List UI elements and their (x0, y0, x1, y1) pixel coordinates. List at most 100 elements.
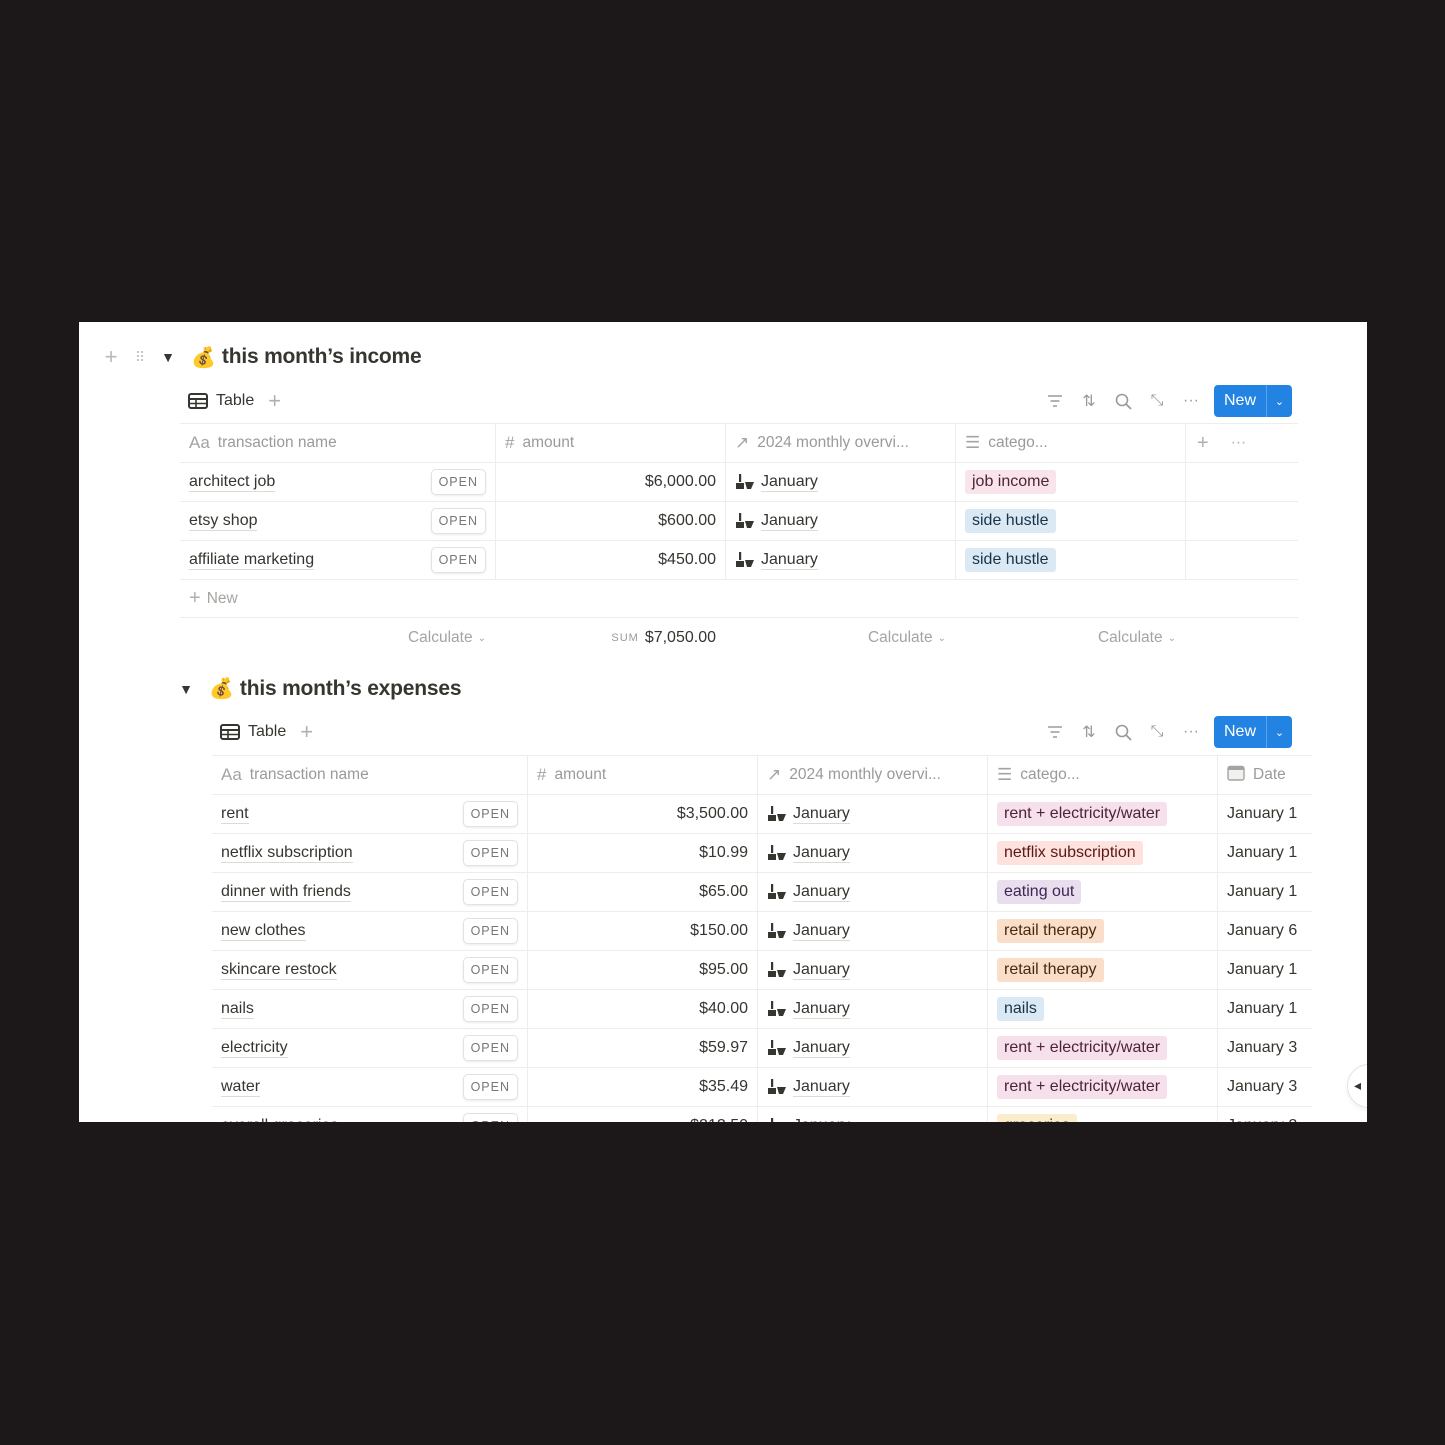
transaction-name[interactable]: netflix subscription (221, 844, 353, 863)
open-button[interactable]: OPEN (462, 918, 518, 944)
open-button[interactable]: OPEN (430, 508, 486, 534)
date-cell[interactable]: January 3 (1218, 1068, 1312, 1106)
open-button[interactable]: OPEN (430, 469, 486, 495)
table-row[interactable]: skincare restock OPEN $95.00 January ret… (212, 951, 1312, 990)
expenses-new-button[interactable]: New ⌄ (1214, 716, 1293, 748)
amount-cell[interactable]: $65.00 (528, 873, 758, 911)
table-row[interactable]: netflix subscription OPEN $10.99 January… (212, 834, 1312, 873)
table-row[interactable]: affiliate marketing OPEN $450.00 January… (180, 541, 1298, 580)
amount-cell[interactable]: $40.00 (528, 990, 758, 1028)
amount-cell[interactable]: $450.00 (496, 541, 726, 579)
more-options-icon[interactable]: ··· (1174, 386, 1208, 416)
income-view-tab-table[interactable]: Table (188, 392, 254, 410)
open-button[interactable]: OPEN (462, 1113, 518, 1122)
date-cell[interactable]: January 1 (1218, 873, 1312, 911)
income-add-row-button[interactable]: + New (180, 580, 1298, 618)
open-button[interactable]: OPEN (462, 1035, 518, 1061)
toggle-collapse-icon[interactable]: ▼ (159, 349, 177, 365)
date-cell[interactable]: January 2 (1218, 1107, 1312, 1122)
income-title[interactable]: this month’s income (222, 345, 422, 369)
category-cell[interactable]: side hustle (956, 502, 1186, 540)
category-cell[interactable]: retail therapy (988, 912, 1218, 950)
date-cell[interactable] (1186, 541, 1298, 579)
relation-link[interactable]: January (735, 473, 818, 492)
date-cell[interactable] (1186, 502, 1298, 540)
sum-amount[interactable]: SUM $7,050.00 (496, 629, 726, 647)
category-cell[interactable]: netflix subscription (988, 834, 1218, 872)
chevron-down-icon[interactable]: ⌄ (1266, 716, 1292, 748)
date-cell[interactable]: January 6 (1218, 912, 1312, 950)
amount-cell[interactable]: $95.00 (528, 951, 758, 989)
relation-link[interactable]: January (767, 922, 850, 941)
transaction-name-cell[interactable]: rent OPEN (212, 795, 528, 833)
column-more-icon[interactable]: ··· (1231, 434, 1247, 452)
column-header-monthly-overview[interactable]: ↗ 2024 monthly overvi... (726, 424, 956, 462)
relation-link[interactable]: January (767, 961, 850, 980)
table-row[interactable]: electricity OPEN $59.97 January rent + e… (212, 1029, 1312, 1068)
calculate-monthly-overview[interactable]: Calculate ⌄ (726, 629, 956, 647)
amount-cell[interactable]: $6,000.00 (496, 463, 726, 501)
sort-icon[interactable]: ⇅ (1072, 717, 1106, 747)
transaction-name[interactable]: new clothes (221, 922, 306, 941)
open-button[interactable]: OPEN (462, 1074, 518, 1100)
transaction-name[interactable]: dinner with friends (221, 883, 351, 902)
table-row[interactable]: architect job OPEN $6,000.00 January job… (180, 463, 1298, 502)
monthly-overview-cell[interactable]: January (726, 502, 956, 540)
transaction-name[interactable]: architect job (189, 473, 276, 492)
transaction-name-cell[interactable]: dinner with friends OPEN (212, 873, 528, 911)
column-header-amount[interactable]: # amount (528, 756, 758, 794)
monthly-overview-cell[interactable]: January (758, 873, 988, 911)
column-header-amount[interactable]: # amount (496, 424, 726, 462)
date-cell[interactable]: January 1 (1218, 834, 1312, 872)
add-view-icon[interactable]: + (300, 721, 313, 743)
category-cell[interactable]: retail therapy (988, 951, 1218, 989)
amount-cell[interactable]: $212.50 (528, 1107, 758, 1122)
relation-link[interactable]: January (735, 512, 818, 531)
amount-cell[interactable]: $3,500.00 (528, 795, 758, 833)
relation-link[interactable]: January (767, 1078, 850, 1097)
category-cell[interactable]: rent + electricity/water (988, 795, 1218, 833)
table-row[interactable]: dinner with friends OPEN $65.00 January … (212, 873, 1312, 912)
category-cell[interactable]: job income (956, 463, 1186, 501)
category-cell[interactable]: eating out (988, 873, 1218, 911)
relation-link[interactable]: January (767, 844, 850, 863)
transaction-name-cell[interactable]: new clothes OPEN (212, 912, 528, 950)
transaction-name[interactable]: water (221, 1078, 261, 1097)
more-options-icon[interactable]: ··· (1174, 717, 1208, 747)
transaction-name-cell[interactable]: netflix subscription OPEN (212, 834, 528, 872)
sort-icon[interactable]: ⇅ (1072, 386, 1106, 416)
column-header-transaction-name[interactable]: Aa transaction name (180, 424, 496, 462)
toggle-collapse-icon[interactable]: ▼ (177, 681, 195, 697)
transaction-name-cell[interactable]: water OPEN (212, 1068, 528, 1106)
calculate-transaction-name[interactable]: Calculate ⌄ (180, 629, 496, 647)
filter-icon[interactable] (1038, 717, 1072, 747)
transaction-name[interactable]: skincare restock (221, 961, 337, 980)
category-cell[interactable]: side hustle (956, 541, 1186, 579)
search-icon[interactable] (1106, 386, 1140, 416)
transaction-name-cell[interactable]: affiliate marketing OPEN (180, 541, 496, 579)
column-header-category[interactable]: ☰ catego... (988, 756, 1218, 794)
date-cell[interactable]: January 1 (1218, 990, 1312, 1028)
amount-cell[interactable]: $10.99 (528, 834, 758, 872)
open-button[interactable]: OPEN (462, 879, 518, 905)
expand-icon[interactable]: ⤡ (1140, 386, 1174, 416)
monthly-overview-cell[interactable]: January (758, 951, 988, 989)
transaction-name[interactable]: nails (221, 1000, 254, 1019)
add-view-icon[interactable]: + (268, 390, 281, 412)
relation-link[interactable]: January (767, 1039, 850, 1058)
transaction-name-cell[interactable]: architect job OPEN (180, 463, 496, 501)
relation-link[interactable]: January (767, 1000, 850, 1019)
transaction-name-cell[interactable]: nails OPEN (212, 990, 528, 1028)
transaction-name[interactable]: overall groceries (221, 1117, 338, 1123)
transaction-name-cell[interactable]: skincare restock OPEN (212, 951, 528, 989)
category-cell[interactable]: rent + electricity/water (988, 1029, 1218, 1067)
monthly-overview-cell[interactable]: January (758, 1068, 988, 1106)
monthly-overview-cell[interactable]: January (758, 834, 988, 872)
table-row[interactable]: overall groceries OPEN $212.50 January g… (212, 1107, 1312, 1122)
table-row[interactable]: new clothes OPEN $150.00 January retail … (212, 912, 1312, 951)
expenses-view-tab-table[interactable]: Table (220, 723, 286, 741)
monthly-overview-cell[interactable]: January (726, 541, 956, 579)
table-row[interactable]: nails OPEN $40.00 January nails January … (212, 990, 1312, 1029)
transaction-name[interactable]: electricity (221, 1039, 288, 1058)
relation-link[interactable]: January (767, 883, 850, 902)
